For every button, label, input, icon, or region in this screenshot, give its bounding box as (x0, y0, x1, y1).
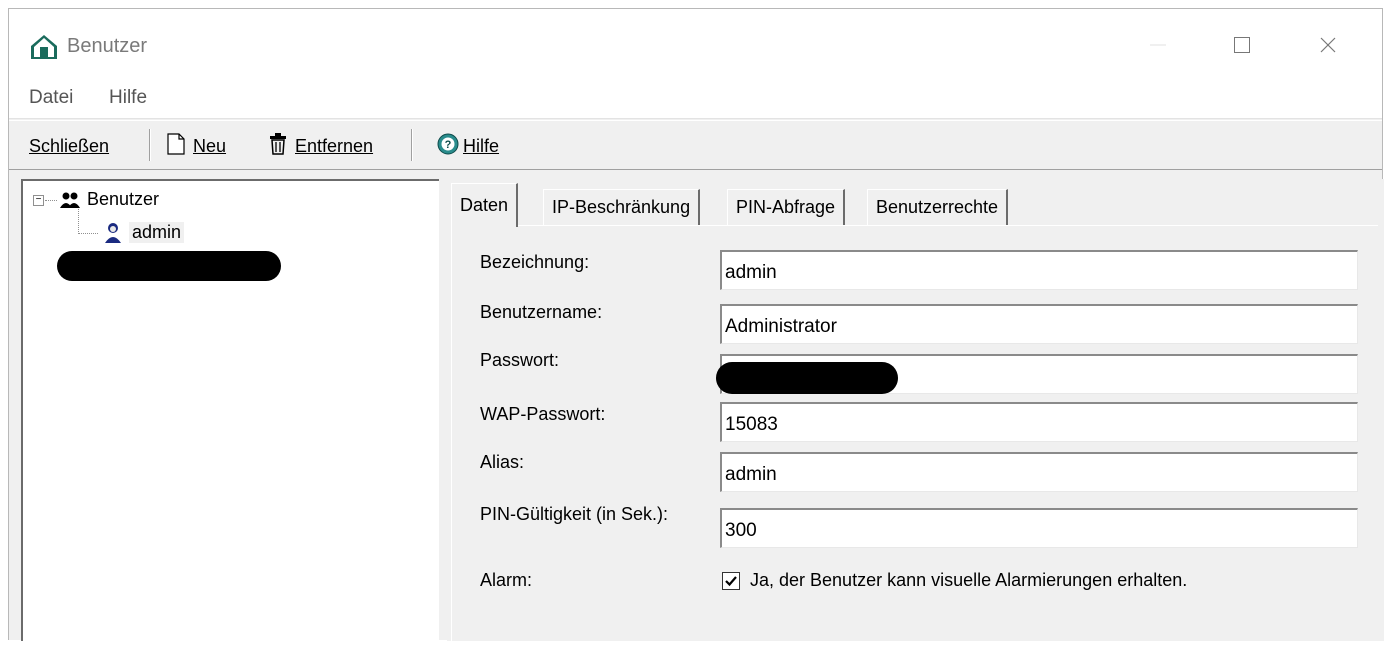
house-icon (29, 33, 59, 61)
benutzername-label: Benutzername: (480, 302, 603, 322)
tab-benutzerrechte-label: Benutzerrechte (876, 197, 999, 217)
tab-ip-beschraenkung[interactable]: IP-Beschränkung (543, 189, 701, 225)
tree-collapse-toggle[interactable]: − (33, 195, 44, 206)
pin-gueltigkeit-field[interactable]: 300 (720, 508, 1358, 548)
maximize-button[interactable] (1219, 25, 1265, 65)
tree-node-benutzer[interactable]: Benutzer (87, 189, 159, 210)
remove-button[interactable]: Entfernen (269, 132, 374, 160)
redacted-tree-item (57, 251, 281, 281)
tab-pin-abfrage[interactable]: PIN-Abfrage (727, 189, 846, 225)
new-button-label: Neu (193, 135, 227, 156)
trash-icon (269, 132, 287, 160)
user-icon (103, 221, 123, 248)
alarm-checkbox[interactable] (722, 572, 740, 590)
close-button-label: Schließen (29, 135, 110, 156)
new-button[interactable]: Neu (167, 132, 227, 160)
tree-node-admin[interactable]: admin (129, 222, 185, 243)
help-icon: ? (437, 133, 459, 160)
details-panel: Daten IP-Beschränkung PIN-Abfrage Benutz… (447, 179, 1384, 645)
menu-hilfe[interactable]: Hilfe (109, 87, 147, 109)
toolbar-separator (411, 129, 413, 161)
tab-benutzerrechte[interactable]: Benutzerrechte (867, 189, 1009, 225)
benutzername-field[interactable]: Administrator (720, 304, 1358, 344)
tab-daten[interactable]: Daten (451, 183, 519, 227)
help-button[interactable]: ? Hilfe (437, 133, 499, 159)
alarm-label: Alarm: (480, 570, 533, 590)
alarm-checkbox-label[interactable]: Ja, der Benutzer kann visuelle Alarmieru… (750, 570, 1187, 591)
wap-passwort-field[interactable]: 15083 (720, 402, 1358, 442)
close-button[interactable]: Schließen (29, 133, 109, 159)
new-document-icon (167, 132, 185, 160)
window-title: Benutzer (67, 35, 148, 57)
alias-label: Alias: (480, 452, 525, 472)
bezeichnung-field[interactable]: admin (720, 250, 1358, 290)
toolbar: Schließen Neu Entfernen ? Hilfe (9, 120, 1382, 170)
minimize-icon (1150, 44, 1166, 46)
title-bar[interactable]: Benutzer (9, 9, 1382, 77)
redacted-password (716, 362, 898, 394)
tree-connector (78, 233, 98, 234)
bezeichnung-label: Bezeichnung: (480, 252, 590, 272)
help-button-label: Hilfe (463, 135, 500, 156)
alias-field[interactable]: admin (720, 452, 1358, 492)
maximize-icon (1234, 37, 1250, 53)
user-tree[interactable]: − Benutzer admin (21, 179, 439, 641)
close-window-button[interactable] (1305, 25, 1351, 65)
menu-bar: Datei Hilfe (9, 77, 1382, 119)
tab-daten-label: Daten (460, 195, 509, 215)
toolbar-separator (149, 129, 151, 161)
wap-passwort-label: WAP-Passwort: (480, 404, 606, 424)
tree-connector (45, 200, 57, 201)
menu-datei[interactable]: Datei (29, 87, 73, 109)
pin-gueltigkeit-label: PIN-Gültigkeit (in Sek.): (480, 504, 669, 524)
benutzer-window: Benutzer Datei Hilfe Schließen Neu Entfe… (8, 8, 1384, 645)
users-group-icon (59, 190, 81, 215)
tab-daten-content: Bezeichnung: admin Benutzername: Adminis… (451, 225, 1378, 645)
tab-pin-abfrage-label: PIN-Abfrage (736, 197, 836, 217)
checkmark-icon (725, 576, 737, 587)
tab-ip-beschraenkung-label: IP-Beschränkung (552, 197, 691, 217)
remove-button-label: Entfernen (295, 135, 374, 156)
minimize-button[interactable] (1135, 25, 1181, 65)
svg-text:?: ? (445, 139, 452, 151)
passwort-label: Passwort: (480, 350, 560, 370)
close-icon (1320, 37, 1336, 53)
